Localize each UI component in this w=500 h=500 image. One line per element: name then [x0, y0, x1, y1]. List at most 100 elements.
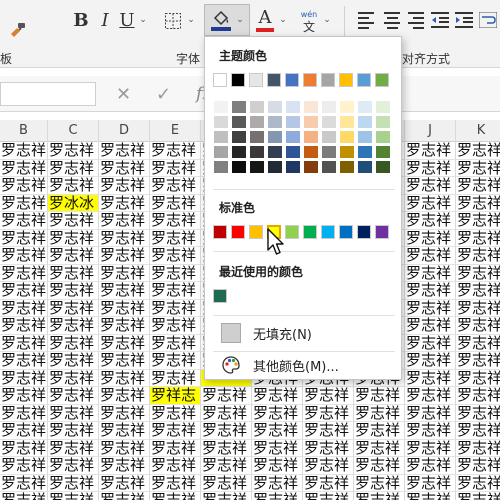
format-painter-button[interactable]	[6, 18, 30, 42]
cell[interactable]: 罗志祥	[303, 422, 354, 440]
cell[interactable]: 罗志祥	[405, 264, 456, 282]
cell[interactable]: 罗志祥	[456, 265, 500, 282]
cell[interactable]: 罗志祥	[0, 194, 48, 212]
cell[interactable]: 罗志祥	[252, 404, 303, 422]
theme-color-swatch[interactable]	[213, 73, 227, 87]
cell[interactable]: 罗志祥	[252, 387, 303, 405]
cell[interactable]: 罗志祥	[405, 317, 456, 335]
cell[interactable]: 罗志祥	[0, 142, 48, 160]
font-color-dropdown-chevron-icon[interactable]: ⌄	[278, 12, 288, 28]
bold-button[interactable]: B	[70, 8, 92, 32]
italic-button[interactable]: I	[94, 8, 116, 32]
standard-color-swatch[interactable]	[375, 225, 389, 239]
cell[interactable]: 罗志祥	[48, 352, 99, 370]
standard-color-swatch[interactable]	[303, 225, 317, 239]
cell[interactable]: 罗志祥	[405, 352, 456, 370]
cell[interactable]: 罗志祥	[456, 247, 500, 265]
cell[interactable]: 罗志祥	[0, 334, 48, 352]
theme-shade-swatch[interactable]	[358, 101, 372, 113]
cell[interactable]: 罗志祥	[150, 317, 201, 335]
cell[interactable]: 罗志祥	[354, 439, 405, 457]
underline-dropdown-chevron-icon[interactable]: ⌄	[138, 12, 148, 28]
cell[interactable]: 罗祥志	[150, 387, 201, 405]
theme-shade-swatch[interactable]	[340, 131, 354, 143]
fill-color-dropdown-chevron-icon[interactable]: ⌄	[236, 15, 244, 25]
cell[interactable]: 罗志祥	[99, 282, 150, 300]
cell[interactable]: 罗志祥	[0, 177, 48, 195]
cell[interactable]: 罗志祥	[456, 177, 500, 195]
theme-shade-swatch[interactable]	[286, 161, 300, 173]
theme-shade-swatch[interactable]	[286, 131, 300, 143]
column-header[interactable]: D	[99, 120, 150, 142]
cell[interactable]: 罗志祥	[150, 404, 201, 422]
name-box[interactable]	[0, 82, 96, 106]
theme-shade-swatch[interactable]	[268, 116, 282, 128]
theme-shade-swatch[interactable]	[340, 116, 354, 128]
align-left-button[interactable]	[356, 10, 376, 30]
theme-shade-swatch[interactable]	[376, 116, 390, 128]
cell[interactable]: 罗志祥	[252, 492, 303, 500]
cell[interactable]: 罗志祥	[99, 229, 150, 247]
theme-shade-swatch[interactable]	[232, 161, 246, 173]
cell[interactable]: 罗志祥	[99, 457, 150, 475]
cell[interactable]: 罗志祥	[150, 264, 201, 282]
theme-color-swatch[interactable]	[375, 73, 389, 87]
cell[interactable]: 罗志祥	[456, 387, 500, 405]
cell[interactable]: 罗志祥	[303, 404, 354, 422]
theme-shade-swatch[interactable]	[340, 146, 354, 158]
theme-shade-swatch[interactable]	[322, 146, 336, 158]
borders-button[interactable]	[162, 10, 184, 32]
cell[interactable]: 罗志祥	[456, 335, 500, 352]
cell[interactable]: 罗志祥	[0, 352, 48, 370]
cell[interactable]: 罗志祥	[0, 317, 48, 335]
cell[interactable]: 罗志祥	[456, 440, 500, 457]
theme-shade-swatch[interactable]	[232, 116, 246, 128]
cell[interactable]: 罗志祥	[354, 387, 405, 405]
cell[interactable]: 罗志祥	[201, 492, 252, 500]
cell[interactable]: 罗志祥	[252, 422, 303, 440]
cell[interactable]: 罗志祥	[48, 299, 99, 317]
cell[interactable]: 罗志祥	[150, 194, 201, 212]
cell[interactable]: 罗志祥	[405, 422, 456, 440]
cell[interactable]: 罗志祥	[201, 387, 252, 405]
cell[interactable]: 罗志祥	[354, 404, 405, 422]
fill-color-button[interactable]: ⌄	[204, 4, 250, 36]
cell[interactable]: 罗志祥	[252, 439, 303, 457]
cell[interactable]: 罗志祥	[99, 194, 150, 212]
cell[interactable]: 罗志祥	[150, 474, 201, 492]
theme-shade-swatch[interactable]	[214, 101, 228, 113]
cell[interactable]: 罗志祥	[99, 142, 150, 160]
recent-color-swatch[interactable]	[213, 289, 227, 303]
increase-indent-button[interactable]	[454, 10, 474, 30]
cell[interactable]: 罗志祥	[150, 422, 201, 440]
theme-color-swatch[interactable]	[357, 73, 371, 87]
cell[interactable]: 罗志祥	[0, 492, 48, 500]
cell[interactable]: 罗志祥	[150, 439, 201, 457]
cell[interactable]: 罗志祥	[150, 369, 201, 387]
cell[interactable]: 罗志祥	[456, 492, 500, 500]
cell[interactable]: 罗志祥	[48, 457, 99, 475]
cell[interactable]: 罗志祥	[456, 230, 500, 247]
column-header[interactable]: C	[48, 120, 99, 142]
cell[interactable]: 罗志祥	[48, 177, 99, 195]
cell[interactable]: 罗志祥	[0, 282, 48, 300]
cell[interactable]: 罗志祥	[303, 457, 354, 475]
cell[interactable]: 罗志祥	[99, 264, 150, 282]
theme-shade-swatch[interactable]	[304, 146, 318, 158]
cell[interactable]: 罗志祥	[99, 212, 150, 230]
standard-color-swatch[interactable]	[249, 225, 263, 239]
cell[interactable]: 罗志祥	[48, 317, 99, 335]
theme-color-swatch[interactable]	[267, 73, 281, 87]
cell[interactable]: 罗志祥	[405, 474, 456, 492]
theme-shade-swatch[interactable]	[358, 131, 372, 143]
column-header[interactable]: J	[405, 120, 456, 142]
cell[interactable]: 罗志祥	[150, 229, 201, 247]
cell[interactable]: 罗志祥	[0, 422, 48, 440]
theme-color-swatch[interactable]	[339, 73, 353, 87]
phonetic-dropdown-chevron-icon[interactable]: ⌄	[322, 12, 332, 28]
cell[interactable]: 罗志祥	[99, 369, 150, 387]
align-center-button[interactable]	[382, 10, 402, 30]
theme-shade-swatch[interactable]	[232, 131, 246, 143]
cell[interactable]: 罗志祥	[48, 492, 99, 500]
standard-color-swatch[interactable]	[285, 225, 299, 239]
